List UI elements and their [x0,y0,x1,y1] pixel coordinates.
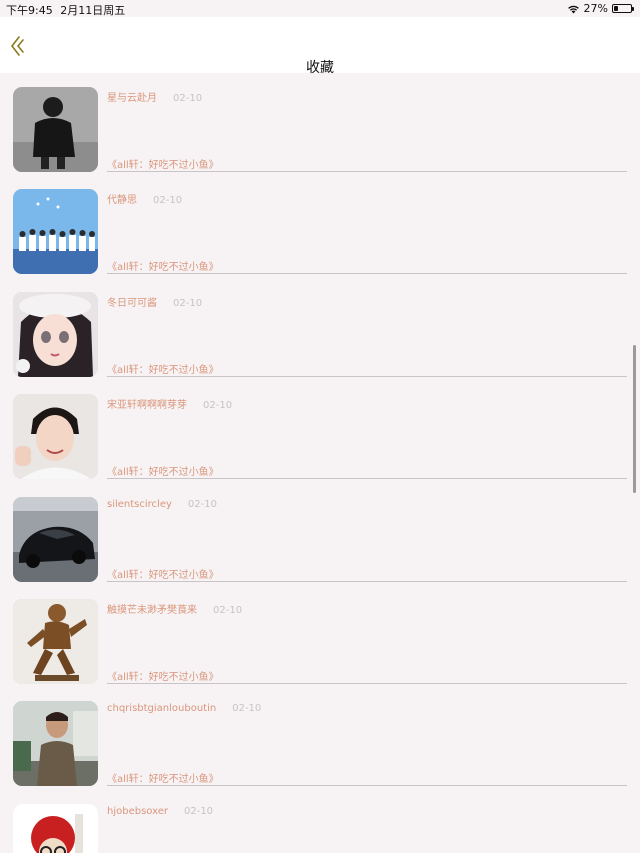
avatar[interactable] [13,803,98,853]
scrollbar[interactable] [633,345,636,493]
battery-level-fill [614,6,618,11]
list-item[interactable]: 触摸芒未渺矛樊莨来 02-10 《all轩：好吃不过小鱼》 [0,585,640,687]
battery-icon [612,4,634,13]
avatar[interactable] [13,394,98,480]
date-label: 02-10 [173,297,203,309]
book-title-link[interactable]: 《all轩：好吃不过小鱼》 [107,668,219,683]
date-label: 02-10 [203,400,233,412]
date-label: 02-10 [183,805,214,817]
avatar[interactable] [13,599,98,684]
book-title-link[interactable]: 《all轩：好吃不过小鱼》 [107,156,219,171]
book-title-link[interactable]: 《all轩：好吃不过小鱼》 [107,770,219,785]
back-button[interactable] [6,34,28,58]
user-name-text: 宋亚轩啊啊啊芽芽 [107,400,187,412]
divider [107,171,627,172]
avatar[interactable] [13,496,98,582]
date-label: 02-10 [232,703,262,715]
navigation-bar: 收藏 [0,17,640,76]
status-date: 2月11日周五 [60,4,126,17]
user-name[interactable]: 宋亚轩啊啊啊芽芽 02-10 [107,396,232,411]
status-bar: 下午9:45 2月11日周五 27% [0,0,640,17]
status-time: 下午9:45 [6,4,53,17]
date-label: 02-10 [187,498,217,510]
user-name-text: 触摸芒未渺矛樊莨来 [107,605,197,616]
divider [107,375,627,377]
battery-percent: 27% [583,2,608,15]
list-item[interactable]: 星与云赴月 02-10 《all轩：好吃不过小鱼》 [0,73,640,175]
user-name[interactable]: 触摸芒未渺矛樊莨来 02-10 [107,601,242,616]
user-name[interactable]: 冬日可可酱 02-10 [107,294,202,309]
status-time-date: 下午9:45 2月11日周五 [6,2,125,18]
user-name[interactable]: silentscircley 02-10 [107,499,217,510]
list-item[interactable]: chqrisbtgianlouboutin 02-10 《all轩：好吃不过小鱼》 [0,687,640,789]
list-item[interactable]: 宋亚轩啊啊啊芽芽 02-10 《all轩：好吃不过小鱼》 [0,380,640,482]
divider [107,273,627,275]
divider [107,580,627,582]
divider [107,785,627,787]
user-name-text: 代静思 [107,195,137,207]
book-title-link[interactable]: 《all轩：好吃不过小鱼》 [107,258,219,273]
avatar[interactable] [13,291,98,377]
avatar[interactable] [13,701,98,787]
avatar[interactable] [13,87,98,172]
user-name[interactable]: hjobebsoxer 02-10 [107,806,213,817]
list-item[interactable]: silentscircley 02-10 《all轩：好吃不过小鱼》 [0,483,640,585]
chevron-left-double-icon [10,36,24,56]
divider [107,478,627,480]
date-label: 02-10 [153,195,183,207]
user-name-text: hjobebsoxer [107,805,168,817]
user-name[interactable]: 代静思 02-10 [107,191,182,206]
book-title-link[interactable]: 《all轩：好吃不过小鱼》 [107,463,219,478]
list-item[interactable]: 代静思 02-10 《all轩：好吃不过小鱼》 [0,175,640,277]
wifi-icon [567,5,579,13]
book-title-link[interactable]: 《all轩：好吃不过小鱼》 [107,566,219,581]
user-name[interactable]: chqrisbtgianlouboutin 02-10 [107,703,261,714]
user-name-text: 星与云赴月 [107,93,157,104]
divider [107,683,627,684]
user-name[interactable]: 星与云赴月 02-10 [107,89,202,104]
date-label: 02-10 [173,93,203,104]
date-label: 02-10 [213,605,243,616]
status-indicators: 27% [567,2,634,15]
user-name-text: 冬日可可酱 [107,297,157,309]
list-item[interactable]: hjobebsoxer 02-10 [0,790,640,853]
book-title-link[interactable]: 《all轩：好吃不过小鱼》 [107,361,219,376]
list-item[interactable]: 冬日可可酱 02-10 《all轩：好吃不过小鱼》 [0,278,640,380]
user-name-text: silentscircley [107,498,172,510]
user-name-text: chqrisbtgianlouboutin [107,703,217,715]
favorites-list: 星与云赴月 02-10 《all轩：好吃不过小鱼》 代静思 02-10 《all轩：好吃不… [0,73,640,853]
avatar[interactable] [13,189,98,275]
